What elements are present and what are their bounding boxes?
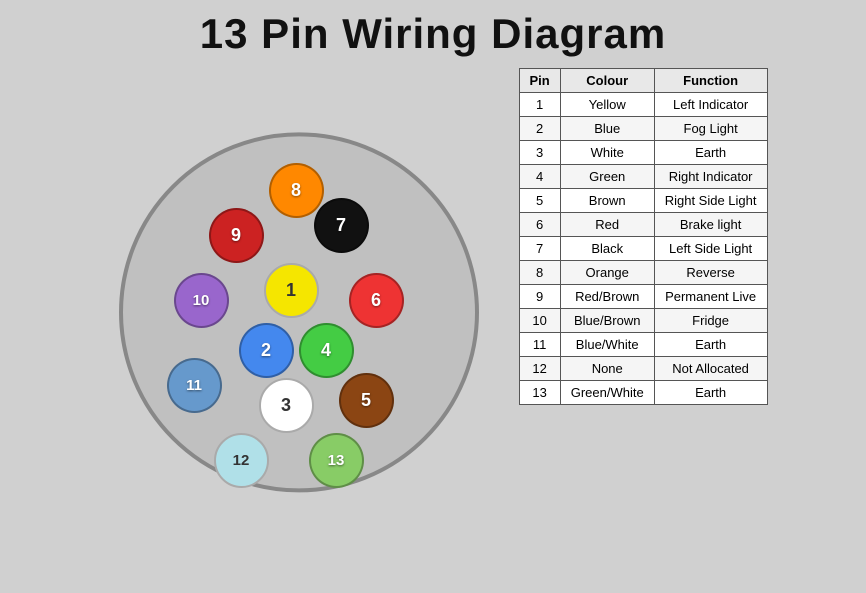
table-cell-colour: Green: [560, 165, 654, 189]
table-cell-pin: 7: [519, 237, 560, 261]
pin-8: 8: [269, 163, 324, 218]
table-row: 7BlackLeft Side Light: [519, 237, 767, 261]
table-cell-pin: 5: [519, 189, 560, 213]
pin-11: 11: [167, 358, 222, 413]
table-row: 4GreenRight Indicator: [519, 165, 767, 189]
pin-7: 7: [314, 198, 369, 253]
table-header-colour: Colour: [560, 69, 654, 93]
table-row: 13Green/WhiteEarth: [519, 381, 767, 405]
table-row: 11Blue/WhiteEarth: [519, 333, 767, 357]
table-cell-colour: Black: [560, 237, 654, 261]
pin-13: 13: [309, 433, 364, 488]
pin-6: 6: [349, 273, 404, 328]
table-cell-function: Earth: [654, 333, 767, 357]
table-row: 9Red/BrownPermanent Live: [519, 285, 767, 309]
table-header-pin: Pin: [519, 69, 560, 93]
table-row: 2BlueFog Light: [519, 117, 767, 141]
pin-2: 2: [239, 323, 294, 378]
diagram-area: 12345678910111213: [99, 68, 499, 528]
table-row: 12NoneNot Allocated: [519, 357, 767, 381]
pin-4: 4: [299, 323, 354, 378]
pin-3: 3: [259, 378, 314, 433]
table-cell-pin: 1: [519, 93, 560, 117]
table-cell-pin: 2: [519, 117, 560, 141]
table-row: 1YellowLeft Indicator: [519, 93, 767, 117]
table-cell-pin: 13: [519, 381, 560, 405]
table-cell-function: Fog Light: [654, 117, 767, 141]
table-row: 5BrownRight Side Light: [519, 189, 767, 213]
table-cell-function: Right Indicator: [654, 165, 767, 189]
table-cell-function: Left Side Light: [654, 237, 767, 261]
table-row: 6RedBrake light: [519, 213, 767, 237]
table-cell-colour: Yellow: [560, 93, 654, 117]
main-content: 12345678910111213 PinColourFunction 1Yel…: [0, 68, 866, 528]
table-cell-colour: Red/Brown: [560, 285, 654, 309]
page-title: 13 Pin Wiring Diagram: [200, 10, 666, 58]
table-cell-colour: Blue: [560, 117, 654, 141]
table-cell-colour: None: [560, 357, 654, 381]
wiring-table: PinColourFunction 1YellowLeft Indicator2…: [519, 68, 768, 405]
table-cell-colour: Blue/White: [560, 333, 654, 357]
table-cell-pin: 12: [519, 357, 560, 381]
table-cell-function: Earth: [654, 381, 767, 405]
table-cell-function: Right Side Light: [654, 189, 767, 213]
table-cell-pin: 6: [519, 213, 560, 237]
table-cell-pin: 11: [519, 333, 560, 357]
table-header-function: Function: [654, 69, 767, 93]
table-cell-colour: Red: [560, 213, 654, 237]
table-cell-function: Earth: [654, 141, 767, 165]
table-cell-function: Reverse: [654, 261, 767, 285]
pin-10: 10: [174, 273, 229, 328]
table-row: 10Blue/BrownFridge: [519, 309, 767, 333]
table-cell-pin: 8: [519, 261, 560, 285]
pin-12: 12: [214, 433, 269, 488]
table-cell-pin: 10: [519, 309, 560, 333]
pin-9: 9: [209, 208, 264, 263]
table-cell-function: Brake light: [654, 213, 767, 237]
pin-5: 5: [339, 373, 394, 428]
table-row: 3WhiteEarth: [519, 141, 767, 165]
table-row: 8OrangeReverse: [519, 261, 767, 285]
table-cell-colour: Green/White: [560, 381, 654, 405]
pin-1: 1: [264, 263, 319, 318]
table-cell-pin: 4: [519, 165, 560, 189]
table-cell-colour: Brown: [560, 189, 654, 213]
table-cell-colour: White: [560, 141, 654, 165]
table-cell-colour: Orange: [560, 261, 654, 285]
table-cell-pin: 9: [519, 285, 560, 309]
table-cell-function: Fridge: [654, 309, 767, 333]
table-cell-pin: 3: [519, 141, 560, 165]
table-cell-function: Not Allocated: [654, 357, 767, 381]
table-cell-function: Left Indicator: [654, 93, 767, 117]
table-cell-function: Permanent Live: [654, 285, 767, 309]
table-cell-colour: Blue/Brown: [560, 309, 654, 333]
